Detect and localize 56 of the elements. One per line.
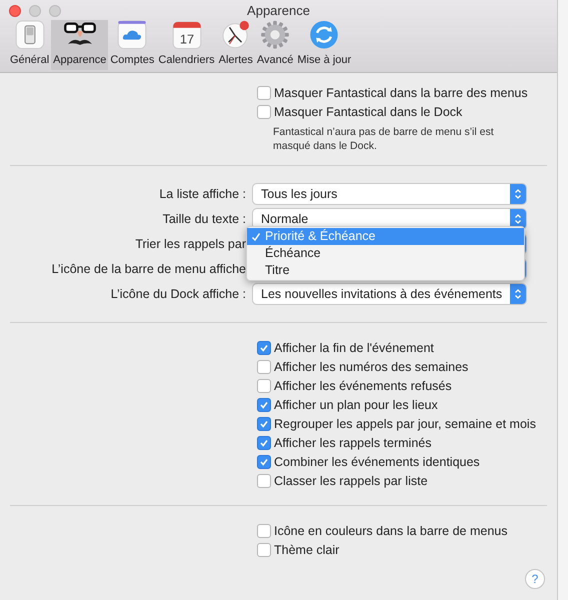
popup-label: Trier les rappels par (134, 236, 247, 253)
checkbox-label: Regrouper les appels par jour, semaine et mois (274, 418, 536, 430)
toolbar-tab[interactable]: Avancé (254, 20, 296, 70)
checkbox[interactable] (257, 86, 271, 100)
checkbox[interactable] (257, 417, 271, 431)
calendar-icon: 17 (172, 20, 202, 50)
checkbox-label: Afficher les numéros des semaines (274, 360, 468, 374)
checkbox-label: Afficher les événements refusés (274, 380, 452, 392)
checkbox[interactable] (257, 543, 271, 557)
checkbox-label: Icône en couleurs dans la barre de menus (274, 524, 508, 538)
checkbox-label: Classer les rappels par liste (274, 474, 428, 488)
popup-label: L’icône de la barre de menu affiche (50, 260, 247, 278)
toolbar-tab[interactable]: 17 Calendriers (156, 20, 217, 70)
checkbox-label: Masquer Fantastical dans la barre des menus (274, 86, 528, 100)
close-button[interactable] (9, 5, 21, 17)
refresh-icon (309, 20, 340, 50)
checkbox-label: Combiner les événements identiques (274, 456, 480, 468)
checkbox[interactable] (257, 360, 271, 374)
popup-label: La liste affiche : (158, 186, 247, 203)
checkbox-label: Afficher la fin de l'événement (274, 342, 434, 354)
clock-icon (220, 20, 252, 50)
popup-label: Taille du texte : (162, 210, 247, 228)
checkbox[interactable] (257, 398, 271, 412)
checkmark-icon (251, 232, 261, 242)
minimize-button[interactable] (29, 5, 41, 17)
checkbox-label: Afficher un plan pour les lieux (274, 398, 438, 412)
checkbox[interactable] (257, 436, 271, 450)
popup-button[interactable]: Les nouvelles invitations à des événements (253, 284, 526, 304)
checkbox-label: Thème clair (274, 544, 340, 556)
popup-label: L’icône du Dock affiche : (110, 286, 247, 303)
checkbox-label: Masquer Fantastical dans le Dock (274, 106, 462, 118)
switch-icon (14, 20, 45, 50)
zoom-button[interactable] (49, 5, 61, 17)
toolbar-tab[interactable]: Apparence (51, 20, 108, 70)
toolbar-tab[interactable]: Général (8, 20, 52, 70)
toolbar-tab[interactable]: Comptes (108, 20, 156, 70)
menu-item[interactable]: Titre (247, 262, 524, 279)
checkbox[interactable] (257, 379, 271, 393)
checkbox[interactable] (257, 474, 271, 488)
stepper-arrows-icon (514, 288, 522, 300)
window-title: Apparence (247, 2, 310, 20)
gear-icon (259, 20, 292, 50)
menu-item[interactable]: Échéance (247, 245, 524, 262)
checkbox[interactable] (257, 524, 271, 538)
toolbar-tab[interactable]: Mise à jour (295, 20, 354, 70)
checkbox[interactable] (257, 455, 271, 469)
popup-button[interactable]: Tous les jours (253, 184, 526, 204)
cloud-icon (117, 20, 148, 50)
checkbox[interactable] (257, 341, 271, 355)
checkbox-label: Afficher les rappels terminés (274, 436, 432, 450)
checkmark-icon (259, 343, 269, 353)
stepper-arrows-icon (514, 188, 522, 200)
hide-note: Fantastical n’aura pas de barre de menu s’il est masqué dans le Dock. (272, 125, 495, 153)
stepper-arrows-icon (514, 213, 522, 225)
checkbox[interactable] (257, 105, 271, 119)
toolbar-tab[interactable]: Alertes (216, 20, 255, 70)
